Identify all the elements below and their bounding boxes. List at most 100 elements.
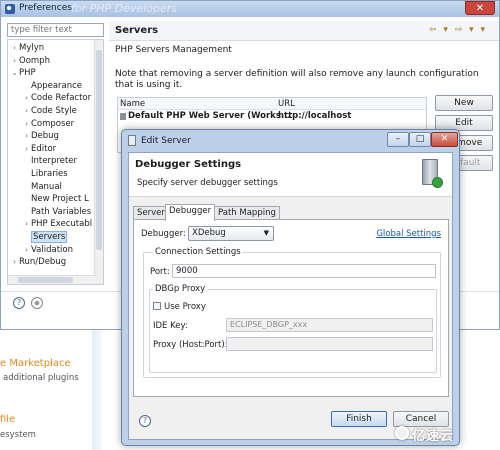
use-proxy-label: Use Proxy	[164, 302, 206, 312]
column-name[interactable]: Name	[120, 99, 145, 109]
global-settings-link[interactable]: Global Settings	[376, 229, 441, 239]
tree-item-label: Editor	[31, 143, 57, 154]
expand-toggle-icon[interactable]: ›	[22, 143, 31, 156]
server-url: http://localhost	[278, 111, 352, 121]
dbgp-proxy-group: DBGp Proxy Use Proxy IDE Key: ECLIPSE_DB…	[149, 284, 437, 373]
tree-item-label: Interpreter	[31, 156, 77, 167]
servers-table-header: Name URL	[118, 98, 426, 110]
tree-item[interactable]: Libraries	[22, 168, 68, 181]
filter-input[interactable]	[7, 23, 104, 37]
tree-item-label: Code Refactor	[31, 93, 92, 104]
dialog-icon	[128, 135, 136, 146]
removal-note: Note that removing a server definition w…	[115, 69, 479, 90]
tree-item[interactable]: Manual	[22, 181, 62, 194]
expand-toggle-icon[interactable]: ›	[22, 105, 31, 118]
close-button[interactable]: ✕	[431, 132, 458, 147]
expand-toggle-icon[interactable]: ›	[22, 118, 31, 131]
dialog-body: Debugger Settings Specify server debugge…	[128, 152, 453, 440]
tree-item[interactable]: › Mylyn	[10, 42, 44, 55]
tree-vertical-scrollbar[interactable]	[94, 40, 103, 284]
preferences-tree: › Mylyn › Oomph ⌄ PHP Appearance › Code Refactor…	[7, 39, 104, 285]
dialog-header: Debugger Settings Specify server debugge…	[129, 153, 452, 197]
dialog-title: Edit Server	[141, 136, 191, 146]
tree-item[interactable]: Interpreter	[22, 155, 77, 168]
tree-item[interactable]: New Project L	[22, 193, 89, 206]
decorative-stripe	[92, 330, 102, 450]
tree-item[interactable]: › Editor	[22, 143, 56, 156]
port-label: Port:	[150, 267, 170, 277]
tree-item[interactable]: › Validation	[22, 244, 73, 257]
preferences-close-button[interactable]: ✕	[465, 1, 495, 15]
debugger-select[interactable]: XDebug ▼	[188, 226, 274, 241]
tree-item[interactable]: Path Variables	[22, 206, 91, 219]
tree-item[interactable]: › Debug	[22, 130, 59, 143]
servers-management-title: PHP Servers Management	[115, 45, 232, 55]
section-title: Servers	[115, 25, 159, 36]
tab-path-mapping[interactable]: Path Mapping	[214, 206, 280, 220]
tree-item-label: PHP	[19, 68, 36, 79]
expand-toggle-icon[interactable]: ›	[10, 42, 19, 55]
dialog-header-title: Debugger Settings	[135, 159, 242, 170]
new-button[interactable]: New	[435, 95, 493, 111]
debugger-label: Debugger:	[141, 229, 186, 239]
tree-item[interactable]: Appearance	[22, 80, 82, 93]
table-row[interactable]: Default PHP Web Server (Works... http://…	[118, 110, 426, 122]
server-icon	[422, 159, 443, 188]
tree-item[interactable]: › Code Refactor	[22, 92, 91, 105]
expand-toggle-icon[interactable]: ›	[10, 55, 19, 68]
tree-item-label: Manual	[31, 181, 62, 192]
help-icon[interactable]: ?	[139, 415, 151, 427]
tab-debugger[interactable]: Debugger	[165, 204, 216, 221]
tree-item-label: Mylyn	[19, 43, 45, 53]
nav-arrows[interactable]: ⇦ ▾ ⇨ ▾ ▾	[429, 25, 487, 35]
ide-key-label: IDE Key:	[153, 321, 188, 331]
tree-item-label: Oomph	[19, 55, 50, 66]
expand-toggle-icon[interactable]: ›	[22, 130, 31, 143]
tree-item[interactable]: › PHP Executabl	[22, 218, 92, 231]
expand-toggle-icon[interactable]: ›	[22, 92, 31, 105]
tree-item[interactable]: › Run/Debug	[10, 256, 66, 269]
tree-item-label: Appearance	[31, 80, 83, 91]
marketplace-link[interactable]: e Marketplace	[0, 358, 71, 369]
tree-horizontal-scrollbar[interactable]	[8, 275, 96, 284]
edit-server-dialog: Edit Server – □ ✕ Debugger Settings Spec…	[121, 129, 460, 446]
dialog-header-subtitle: Specify server debugger settings	[137, 178, 278, 188]
tree-item-label: Servers	[31, 231, 68, 243]
tree-item[interactable]: › Composer	[22, 118, 74, 131]
tree-item-label: Validation	[31, 244, 73, 255]
tree-item[interactable]: ⌄ PHP	[10, 67, 36, 80]
finish-button[interactable]: Finish	[331, 411, 387, 427]
tree-item-label: Path Variables	[31, 206, 92, 217]
ide-key-input[interactable]: ECLIPSE_DBGP_xxx	[226, 318, 433, 332]
tree-item[interactable]: › Code Style	[22, 105, 77, 118]
tree-item[interactable]: › Oomph	[10, 55, 50, 68]
preferences-title: Preferences	[19, 3, 72, 13]
watermark: 亿速云	[412, 429, 455, 444]
record-icon[interactable]	[31, 297, 43, 309]
preferences-titlebar: Preferences for PHP Developers ✕	[1, 1, 499, 17]
use-proxy-checkbox[interactable]: Use Proxy	[153, 302, 206, 312]
expand-toggle-icon[interactable]: ⌄	[10, 67, 19, 80]
column-url[interactable]: URL	[278, 99, 295, 109]
minimize-button[interactable]: –	[387, 132, 409, 147]
preferences-sidebar: ›Mylyn›Oomph⌄PHPAppearance›Code Refactor…	[7, 23, 104, 285]
expand-toggle-icon[interactable]: ›	[22, 244, 31, 257]
eclipse-icon	[5, 4, 15, 14]
tree-item-label: Code Style	[31, 106, 77, 116]
watermark-logo-icon	[395, 426, 409, 440]
background-window-title: for PHP Developers	[71, 2, 177, 15]
server-name: Default PHP Web Server (Works...	[128, 111, 291, 121]
proxy-host-port-input[interactable]	[226, 337, 433, 351]
tree-item-label: PHP Executabl	[31, 219, 93, 230]
help-icon[interactable]: ?	[13, 297, 25, 309]
marketplace-subtitle: additional plugins	[3, 373, 79, 383]
expand-toggle-icon[interactable]: ›	[10, 256, 19, 269]
file-link[interactable]: file	[0, 414, 15, 425]
tree-item-label: Libraries	[31, 169, 68, 179]
maximize-button[interactable]: □	[409, 132, 431, 147]
expand-toggle-icon[interactable]: ›	[22, 218, 31, 231]
tree-item-label: Run/Debug	[19, 257, 67, 268]
tab-server[interactable]: Server	[133, 206, 169, 220]
port-input[interactable]: 9000	[172, 264, 436, 278]
tree-item[interactable]: Servers	[22, 231, 68, 244]
